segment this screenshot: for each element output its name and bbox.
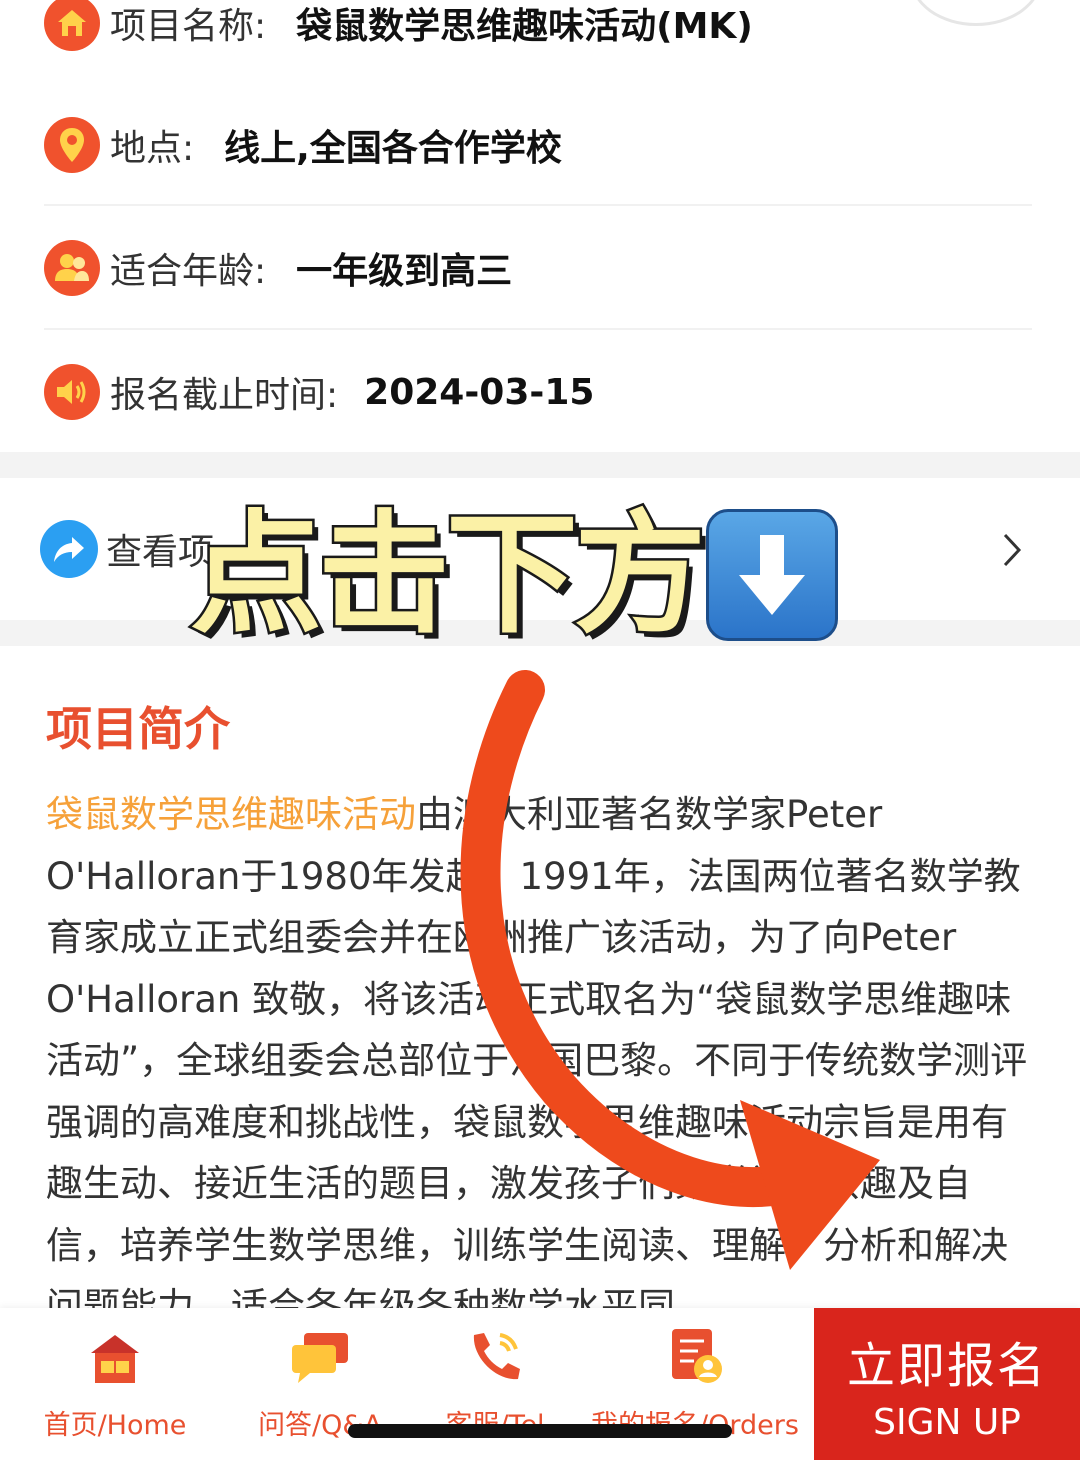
info-row-deadline: 报名截止时间: 2024-03-15 <box>44 331 1032 453</box>
down-arrow-icon <box>706 509 838 641</box>
age-value: 一年级到高三 <box>296 251 513 292</box>
divider <box>44 328 1032 330</box>
intro-highlight: 袋鼠数学思维趣味活动 <box>46 793 416 836</box>
location-pin-icon <box>44 117 100 173</box>
location-label: 地点: <box>110 128 195 169</box>
share-arrow-icon <box>40 520 98 578</box>
section-title: 项目简介 <box>46 702 230 756</box>
sign-up-label-cn: 立即报名 <box>846 1337 1047 1394</box>
sign-up-button[interactable]: 立即报名 SIGN UP <box>814 1308 1080 1460</box>
click-below-overlay: 点击下方 <box>188 498 838 652</box>
tab-home[interactable]: 首页/Home <box>0 1308 230 1460</box>
tab-home-label: 首页/Home <box>43 1410 187 1441</box>
home-indicator[interactable] <box>348 1424 732 1438</box>
info-row-age: 适合年龄: 一年级到高三 <box>44 207 1032 329</box>
people-icon <box>44 240 100 296</box>
home-icon <box>87 1331 143 1389</box>
project-intro-text: 袋鼠数学思维趣味活动由澳大利亚著名数学家Peter O'Halloran于198… <box>46 784 1036 1310</box>
deadline-label: 报名截止时间: <box>110 375 339 416</box>
chat-icon <box>290 1331 350 1389</box>
info-row-location: 地点: 线上,全国各合作学校 <box>44 84 1032 206</box>
sign-up-label-en: SIGN UP <box>873 1401 1021 1443</box>
project-name-label: 项目名称: <box>110 6 267 47</box>
location-value: 线上,全国各合作学校 <box>224 128 562 169</box>
phone-icon <box>466 1329 524 1389</box>
chevron-right-icon[interactable] <box>992 522 1032 578</box>
info-row-project-name: 项目名称: 袋鼠数学思维趣味活动(MK) <box>44 0 1032 84</box>
click-below-text: 点击下方 <box>188 498 709 652</box>
deadline-value: 2024-03-15 <box>364 371 595 413</box>
speaker-icon <box>44 364 100 420</box>
section-separator <box>0 452 1080 478</box>
divider <box>44 204 1032 206</box>
project-name-value: 袋鼠数学思维趣味活动(MK) <box>296 6 753 47</box>
home-icon <box>44 0 100 51</box>
intro-body: 由澳大利亚著名数学家Peter O'Halloran于1980年发起。1991年… <box>46 793 1028 1310</box>
orders-icon <box>666 1327 724 1389</box>
age-label: 适合年龄: <box>110 251 267 292</box>
